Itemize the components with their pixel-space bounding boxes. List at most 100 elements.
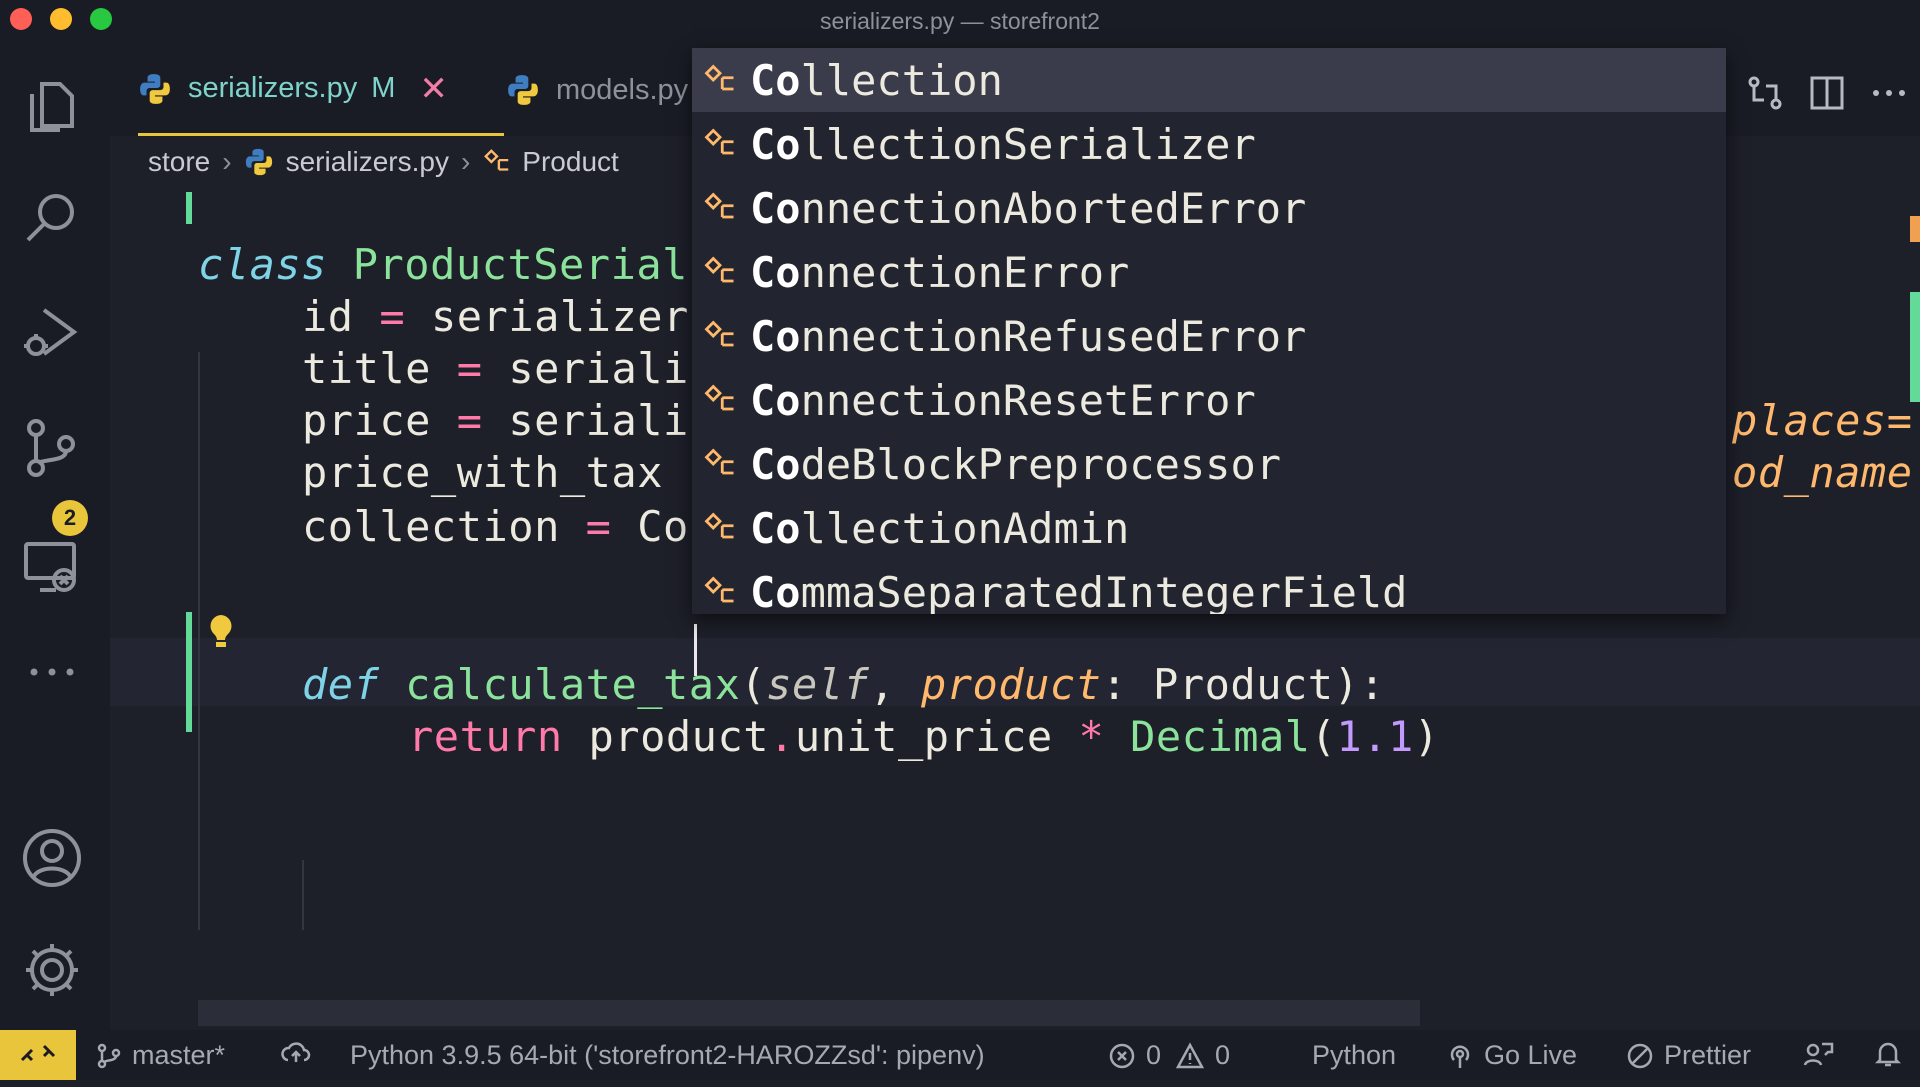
live-share-icon xyxy=(1803,1042,1834,1066)
cloud-upload-icon xyxy=(281,1042,311,1062)
suggestion-match: Co xyxy=(750,119,801,169)
code-line-price-tail: places= xyxy=(1732,396,1913,445)
warning-count: 0 xyxy=(1215,1040,1231,1070)
class-symbol-icon xyxy=(704,192,734,219)
lightbulb-icon[interactable] xyxy=(206,612,236,650)
code-line-pwt-tail: od_name xyxy=(1732,448,1913,497)
class-symbol-icon xyxy=(704,320,734,347)
class-symbol-icon xyxy=(704,256,734,283)
window-title: serializers.py — storefront2 xyxy=(820,8,1100,34)
suggestion-label: deBlockPreprocessor xyxy=(800,439,1282,489)
chevron-right-icon: › xyxy=(222,146,232,177)
git-branch-icon xyxy=(97,1043,121,1068)
suggestion-match: Co xyxy=(750,503,801,553)
suggestion-item[interactable]: Co nnectionResetError xyxy=(692,368,1726,432)
remote-explorer-icon[interactable] xyxy=(20,536,84,600)
remote-indicator[interactable] xyxy=(0,1030,76,1080)
activity-bar: 2 xyxy=(0,44,110,1030)
suggestion-item[interactable]: Co deBlockPreprocessor xyxy=(692,432,1726,496)
gutter-modified-marker xyxy=(186,612,192,732)
gutter-modified-marker xyxy=(186,192,192,224)
class-symbol-icon xyxy=(704,576,734,603)
overview-ruler-marker xyxy=(1910,216,1920,242)
suggestion-label: llection xyxy=(800,55,1003,105)
tab-models[interactable]: models.py xyxy=(506,44,688,136)
error-icon xyxy=(1109,1043,1135,1068)
suggestion-item[interactable]: Co nnectionError xyxy=(692,240,1726,304)
suggestion-label: llectionAdmin xyxy=(800,503,1130,553)
source-control-icon[interactable] xyxy=(20,416,84,480)
suggestion-label: mmaSeparatedIntegerField xyxy=(800,567,1408,615)
suggestion-scrollbar[interactable] xyxy=(1702,48,1726,112)
suggestion-item[interactable]: Co llection xyxy=(692,48,1726,112)
more-icon[interactable] xyxy=(20,640,84,704)
code-line-return: return product.unit_price * Decimal(1.1) xyxy=(408,712,1440,761)
code-line-title: title = seriali xyxy=(302,344,689,393)
horizontal-scrollbar[interactable] xyxy=(198,1000,1420,1026)
prettier-button[interactable]: Prettier xyxy=(1626,1040,1751,1071)
sync-button[interactable] xyxy=(280,1040,322,1066)
python-interpreter[interactable]: Python 3.9.5 64-bit ('storefront2-HAROZZ… xyxy=(350,1040,985,1071)
code-line-price-with-tax: price_with_tax xyxy=(302,448,664,497)
suggestion-item[interactable]: Co llectionSerializer xyxy=(692,112,1726,176)
more-actions-icon[interactable] xyxy=(1870,74,1908,112)
overview-ruler-marker xyxy=(1910,292,1920,402)
suggestion-item[interactable]: Co llectionAdmin xyxy=(692,496,1726,560)
code-line-class: class ProductSerial xyxy=(198,240,688,289)
suggestion-item[interactable]: Co nnectionAbortedError xyxy=(692,176,1726,240)
search-icon[interactable] xyxy=(20,186,84,250)
branch-name: master* xyxy=(132,1040,226,1070)
explorer-icon[interactable] xyxy=(20,76,84,140)
suggestion-match: Co xyxy=(750,439,801,489)
suggestion-match: Co xyxy=(750,183,801,233)
feedback-button[interactable] xyxy=(1802,1040,1844,1068)
suggestion-label: nnectionRefusedError xyxy=(800,311,1307,361)
breadcrumb-folder[interactable]: store xyxy=(148,146,210,178)
error-count: 0 xyxy=(1146,1040,1162,1070)
class-symbol-icon xyxy=(704,64,734,91)
suggestion-match: Co xyxy=(750,567,801,615)
suggestion-item[interactable]: Co mmaSeparatedIntegerField xyxy=(692,560,1726,614)
indent-guide xyxy=(302,860,304,930)
open-changes-icon[interactable] xyxy=(1746,74,1784,112)
chevron-right-icon: › xyxy=(460,146,471,177)
accounts-icon[interactable] xyxy=(20,826,84,890)
suggestion-match: Co xyxy=(750,55,801,105)
language-mode[interactable]: Python xyxy=(1312,1040,1396,1071)
text-cursor xyxy=(694,624,697,676)
class-symbol-icon xyxy=(704,384,734,411)
title-bar: serializers.py — storefront2 xyxy=(0,0,1920,44)
go-live-button[interactable]: Go Live xyxy=(1446,1040,1577,1071)
suggestion-match: Co xyxy=(750,375,801,425)
settings-gear-icon[interactable] xyxy=(20,938,84,1002)
indent-guide xyxy=(198,352,200,930)
suggestion-match: Co xyxy=(750,311,801,361)
scm-badge: 2 xyxy=(52,500,88,536)
bell-icon xyxy=(1874,1042,1902,1067)
git-branch[interactable]: master* xyxy=(96,1040,225,1071)
close-tab-icon[interactable]: ✕ xyxy=(419,69,448,109)
autocomplete-suggestions[interactable]: Co llection Co llectionSerializer Co nnection… xyxy=(692,48,1726,614)
broadcast-icon xyxy=(1450,1044,1470,1068)
breadcrumb-file[interactable]: serializers.py xyxy=(286,146,449,178)
breadcrumb-symbol[interactable]: Product xyxy=(522,146,619,178)
python-file-icon xyxy=(245,148,272,176)
suggestion-label: llectionSerializer xyxy=(800,119,1256,169)
suggestion-item[interactable]: Co nnectionRefusedError xyxy=(692,304,1726,368)
code-line-id: id = serializer xyxy=(302,292,689,341)
notifications-button[interactable] xyxy=(1874,1040,1912,1068)
remote-icon xyxy=(20,1044,56,1062)
class-symbol-icon xyxy=(704,448,734,475)
suggestion-label: nnectionError xyxy=(800,247,1130,297)
run-debug-icon[interactable] xyxy=(20,300,84,364)
class-symbol-icon xyxy=(704,512,734,539)
suggestion-label: nnectionResetError xyxy=(800,375,1256,425)
problems-indicator[interactable]: 0 0 xyxy=(1108,1040,1230,1071)
prettier-status-icon xyxy=(1627,1043,1653,1068)
python-file-icon xyxy=(140,73,170,104)
warning-icon xyxy=(1175,1041,1205,1068)
tab-serializers[interactable]: serializers.py M ✕ xyxy=(138,44,504,136)
split-editor-icon[interactable] xyxy=(1808,74,1846,112)
python-file-icon xyxy=(508,75,538,105)
status-bar: master* Python 3.9.5 64-bit ('storefront… xyxy=(0,1030,1920,1080)
